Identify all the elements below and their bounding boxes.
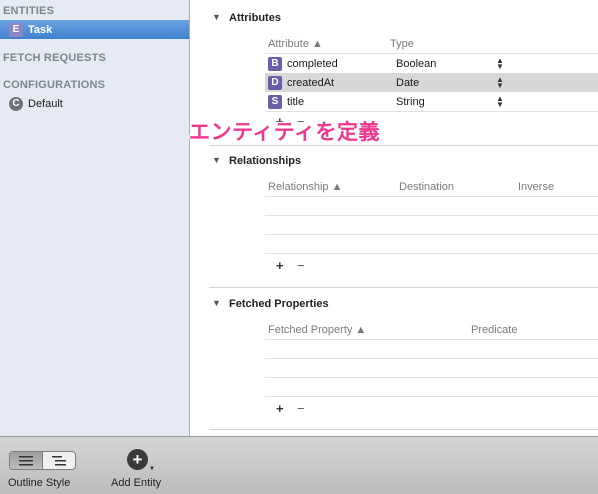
entity-editor: ▼ Attributes Attribute ▲ Type B complete… <box>191 0 598 436</box>
attribute-row[interactable]: S title String ▲ ▼ <box>265 92 598 111</box>
disclosure-triangle-icon[interactable]: ▼ <box>212 12 221 22</box>
relationship-column-header[interactable]: Relationship ▲ <box>268 181 342 193</box>
attribute-name[interactable]: completed <box>287 58 396 70</box>
outline-style-segmented-control[interactable] <box>9 451 76 470</box>
entity-sidebar: ENTITIES E Task FETCH REQUESTS CONFIGURA… <box>0 0 190 436</box>
chevron-down-icon[interactable]: ▼ <box>149 466 155 472</box>
type-popup-arrows-icon[interactable]: ▲ ▼ <box>496 75 504 89</box>
outline-style-icon <box>52 455 66 465</box>
relationships-section-title: Relationships <box>229 155 302 167</box>
bottom-toolbar: Outline Style + ▼ Add Entity <box>0 436 598 494</box>
attribute-type[interactable]: Boolean <box>396 58 496 70</box>
attribute-column-header[interactable]: Attribute ▲ <box>268 38 323 50</box>
add-entity-icon[interactable]: + <box>127 449 148 470</box>
attribute-row[interactable]: B completed Boolean ▲ ▼ <box>265 54 598 73</box>
type-popup-arrows-icon[interactable]: ▲ ▼ <box>496 56 504 70</box>
inverse-column-header[interactable]: Inverse <box>518 181 554 193</box>
entities-header: ENTITIES <box>3 5 55 17</box>
configuration-icon: C <box>9 96 23 111</box>
sidebar-item-task[interactable]: E Task <box>0 20 189 39</box>
boolean-type-icon: B <box>268 56 282 71</box>
outline-style-label: Outline Style <box>8 477 71 489</box>
add-entity-label: Add Entity <box>111 477 162 489</box>
attribute-type[interactable]: Date <box>396 77 496 89</box>
string-type-icon: S <box>268 94 282 109</box>
date-type-icon: D <box>268 75 282 90</box>
graph-style-button[interactable] <box>42 452 75 469</box>
attributes-section-title: Attributes <box>229 12 281 24</box>
fetched-property-column-header[interactable]: Fetched Property ▲ <box>268 324 366 336</box>
attribute-name[interactable]: title <box>287 96 396 108</box>
disclosure-triangle-icon[interactable]: ▼ <box>212 298 221 308</box>
add-relationship-button[interactable]: + <box>276 258 284 273</box>
add-fetched-property-button[interactable]: + <box>276 401 284 416</box>
remove-relationship-button[interactable]: − <box>297 258 305 273</box>
entity-icon: E <box>9 22 23 37</box>
attribute-name[interactable]: createdAt <box>287 77 396 89</box>
fetch-requests-header: FETCH REQUESTS <box>3 52 107 64</box>
table-style-icon <box>19 455 33 465</box>
configurations-header: CONFIGURATIONS <box>3 79 106 91</box>
table-style-button[interactable] <box>10 452 42 469</box>
remove-fetched-property-button[interactable]: − <box>297 401 305 416</box>
sidebar-item-label: Default <box>28 97 63 110</box>
disclosure-triangle-icon[interactable]: ▼ <box>212 155 221 165</box>
sidebar-item-label: Task <box>28 23 53 36</box>
attribute-row[interactable]: D createdAt Date ▲ ▼ <box>265 73 598 92</box>
attribute-type[interactable]: String <box>396 96 496 108</box>
annotation-caption: エンティティを定義 <box>189 120 380 144</box>
type-popup-arrows-icon[interactable]: ▲ ▼ <box>496 94 504 108</box>
fetched-properties-section-title: Fetched Properties <box>229 298 329 310</box>
type-column-header[interactable]: Type <box>390 38 414 50</box>
predicate-column-header[interactable]: Predicate <box>471 324 517 336</box>
sidebar-item-default[interactable]: C Default <box>0 94 189 113</box>
destination-column-header[interactable]: Destination <box>399 181 454 193</box>
